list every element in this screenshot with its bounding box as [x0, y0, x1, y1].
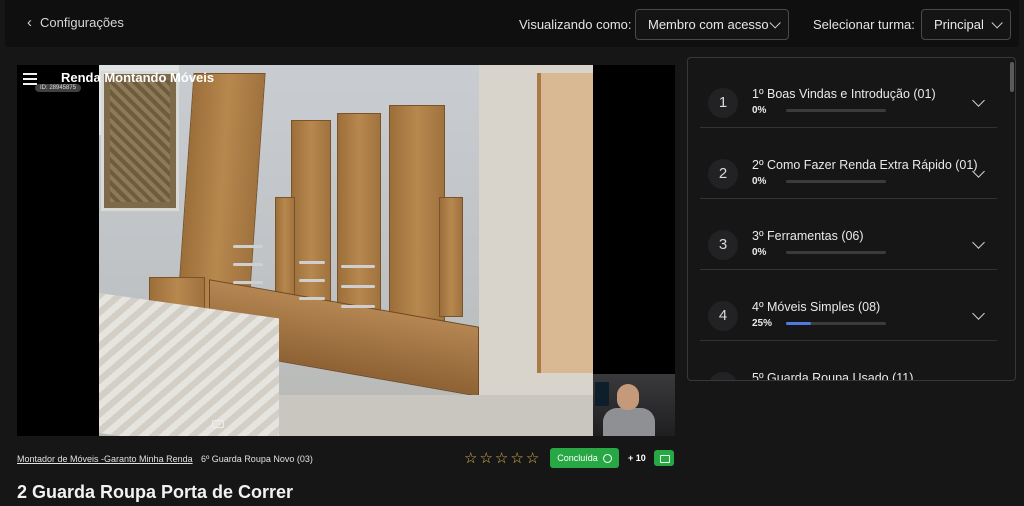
chevron-left-icon: ‹ [27, 14, 32, 31]
chevron-down-icon[interactable] [972, 307, 985, 320]
player-course-title: Renda Montando Móveis [61, 70, 215, 85]
webcam-overlay [593, 374, 675, 436]
video-frame [99, 65, 593, 436]
back-link[interactable]: ‹ Configurações [27, 15, 124, 30]
camera-icon [212, 420, 224, 428]
module-number: 5 [708, 372, 738, 380]
view-as-label: Visualizando como: [519, 17, 632, 32]
ticket-icon [654, 450, 674, 466]
chevron-down-icon [769, 16, 781, 29]
module-progress-bar [786, 251, 886, 254]
view-as-select[interactable]: Membro com acesso [635, 9, 789, 40]
module-item[interactable]: 2 2º Como Fazer Renda Extra Rápido (01) … [700, 129, 997, 199]
chevron-down-icon[interactable] [972, 94, 985, 107]
video-id-badge: ID: 28945875 [35, 84, 82, 92]
module-item[interactable]: 4 4º Móveis Simples (08) 25% [700, 271, 997, 341]
module-progress-label: 25% [752, 318, 773, 329]
star-icon[interactable]: ☆ [479, 451, 492, 466]
breadcrumb-course-link[interactable]: Montador de Móveis -Garanto Minha Renda [17, 454, 193, 464]
module-progress-bar [786, 180, 886, 183]
module-title: 5º Guarda Roupa Usado (11) [752, 371, 914, 381]
module-list: 1 1º Boas Vindas e Introdução (01) 0% 2 … [687, 57, 1016, 381]
module-progress-label: 0% [752, 105, 767, 116]
module-title: 3º Ferramentas (06) [752, 229, 864, 243]
module-number: 1 [708, 88, 738, 118]
video-player[interactable]: Renda Montando Móveis ID: 28945875 [17, 65, 675, 436]
class-select[interactable]: Principal [921, 9, 1011, 40]
module-title: 2º Como Fazer Renda Extra Rápido (01) [752, 158, 978, 172]
star-icon[interactable]: ☆ [464, 451, 477, 466]
module-item[interactable]: 3 3º Ferramentas (06) 0% [700, 200, 997, 270]
class-select-value: Principal [934, 17, 984, 32]
star-icon[interactable]: ☆ [526, 451, 539, 466]
rating-stars[interactable]: ☆ ☆ ☆ ☆ ☆ [464, 451, 539, 466]
module-item[interactable]: 1 1º Boas Vindas e Introdução (01) 0% [700, 58, 997, 128]
lesson-title: 2 Guarda Roupa Porta de Correr [17, 482, 294, 502]
class-select-label: Selecionar turma: [813, 17, 915, 32]
completed-button[interactable]: Concluída [550, 448, 619, 468]
module-number: 2 [708, 159, 738, 189]
module-progress-label: 0% [752, 247, 767, 258]
completed-label: Concluída [557, 453, 598, 463]
module-number: 4 [708, 301, 738, 331]
check-circle-icon [602, 453, 612, 463]
star-icon[interactable]: ☆ [510, 451, 523, 466]
sidebar-scrollbar[interactable] [1010, 62, 1014, 92]
xp-reward: + 10 [628, 453, 646, 463]
module-number: 3 [708, 230, 738, 260]
chevron-down-icon[interactable] [972, 236, 985, 249]
module-progress-bar [786, 322, 886, 325]
module-title: 4º Móveis Simples (08) [752, 300, 881, 314]
chevron-down-icon [991, 16, 1003, 29]
star-icon[interactable]: ☆ [495, 451, 508, 466]
module-progress-bar [786, 109, 886, 112]
module-item[interactable]: 5 5º Guarda Roupa Usado (11) [700, 342, 997, 381]
view-as-value: Membro com acesso [648, 17, 769, 32]
breadcrumb-module: 6º Guarda Roupa Novo (03) [201, 454, 313, 464]
module-progress-label: 0% [752, 176, 767, 187]
top-bar: ‹ Configurações Visualizando como: Membr… [5, 0, 1019, 47]
module-title: 1º Boas Vindas e Introdução (01) [752, 87, 936, 101]
back-label: Configurações [40, 15, 124, 30]
